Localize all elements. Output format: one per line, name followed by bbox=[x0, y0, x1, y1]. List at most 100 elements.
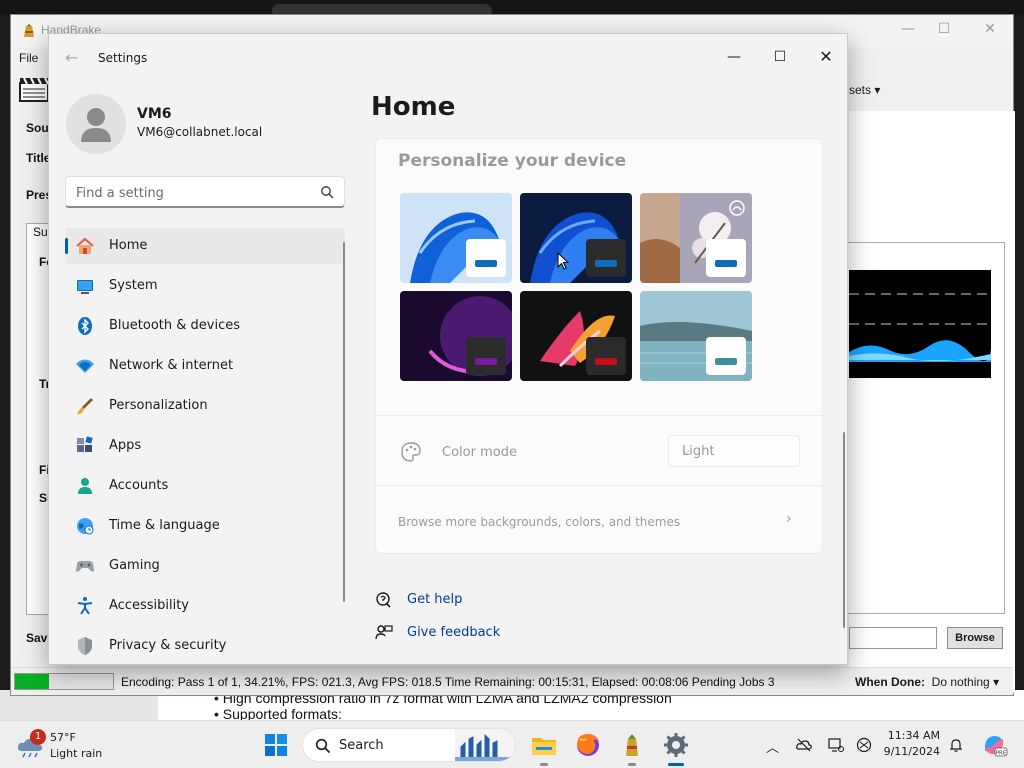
handbrake-maximize-button[interactable]: ☐ bbox=[929, 21, 959, 37]
spotlight-icon bbox=[729, 200, 745, 216]
weather-badge: 1 bbox=[30, 729, 46, 745]
hb-save-path-input[interactable] bbox=[849, 627, 937, 649]
theme-thumbnail-light-bloom[interactable] bbox=[400, 193, 512, 283]
handbrake-running-indicator bbox=[628, 763, 636, 766]
settings-gear-icon[interactable] bbox=[662, 731, 690, 759]
settings-maximize-button[interactable]: ☐ bbox=[757, 42, 803, 72]
settings-running-indicator bbox=[668, 763, 684, 766]
user-silhouette-icon bbox=[81, 108, 111, 142]
copilot-icon[interactable]: PRE bbox=[980, 731, 1008, 759]
sidebar-item-time-language[interactable]: Time & language bbox=[65, 508, 345, 544]
sidebar-item-label: System bbox=[109, 278, 158, 293]
sidebar-item-home[interactable]: Home bbox=[65, 228, 345, 264]
main-scrollbar[interactable] bbox=[843, 432, 845, 628]
handbrake-logo-icon bbox=[24, 24, 34, 37]
weather-temp: 57°F bbox=[50, 731, 76, 744]
hb-encode-progress-fill bbox=[15, 674, 49, 689]
hb-source-label: Sou bbox=[26, 121, 49, 135]
sidebar-item-label: Privacy & security bbox=[109, 638, 227, 653]
sidebar-item-network[interactable]: Network & internet bbox=[65, 348, 345, 384]
hb-status-text: Encoding: Pass 1 of 1, 34.21%, FPS: 021.… bbox=[121, 675, 775, 689]
sidebar-item-label: Accessibility bbox=[109, 598, 189, 613]
handbrake-close-button[interactable]: ✕ bbox=[975, 21, 1005, 37]
clapperboard-icon[interactable] bbox=[19, 77, 49, 103]
sidebar-item-accounts[interactable]: Accounts bbox=[65, 468, 345, 504]
theme-preview-window bbox=[466, 337, 506, 375]
theme-thumbnail-captured-motion[interactable] bbox=[520, 291, 632, 381]
mouse-cursor-icon bbox=[557, 252, 569, 270]
theme-thumbnail-glow[interactable] bbox=[400, 291, 512, 381]
globe-clock-icon bbox=[77, 518, 94, 535]
theme-preview-window bbox=[706, 337, 746, 375]
notification-bell-icon[interactable] bbox=[948, 737, 964, 753]
file-explorer-icon[interactable] bbox=[530, 731, 558, 759]
svg-text:PRE: PRE bbox=[996, 751, 1007, 757]
apps-icon bbox=[77, 436, 93, 452]
get-help-link[interactable]: Get help bbox=[407, 592, 462, 607]
hb-status-bar: Encoding: Pass 1 of 1, 34.21%, FPS: 021.… bbox=[11, 667, 1013, 695]
settings-search-box[interactable] bbox=[65, 176, 345, 208]
personalize-heading: Personalize your device bbox=[398, 151, 627, 171]
handbrake-taskbar-icon[interactable] bbox=[618, 731, 646, 759]
search-highlight-art-icon bbox=[455, 729, 515, 761]
chevron-down-icon: ▾ bbox=[874, 83, 881, 97]
card-divider bbox=[376, 485, 822, 486]
chevron-right-icon: › bbox=[786, 511, 792, 527]
sidebar-item-label: Gaming bbox=[109, 558, 160, 573]
system-icon bbox=[77, 280, 93, 294]
theme-preview-window bbox=[706, 239, 746, 277]
hb-when-done[interactable]: When Done: Do nothing ▾ bbox=[855, 675, 999, 689]
chevron-up-icon[interactable]: ︿ bbox=[766, 737, 782, 756]
help-chat-icon bbox=[376, 592, 391, 608]
windows-start-icon[interactable] bbox=[262, 731, 290, 759]
onedrive-offline-icon[interactable] bbox=[796, 737, 812, 753]
display-icon[interactable] bbox=[828, 737, 844, 753]
theme-thumbnail-flow[interactable] bbox=[640, 291, 752, 381]
sidebar-item-accessibility[interactable]: Accessibility bbox=[65, 588, 345, 624]
sidebar-item-privacy[interactable]: Privacy & security bbox=[65, 628, 345, 664]
taskbar-search[interactable]: Search bbox=[302, 728, 516, 762]
taskbar: 1 57°F Light rain Search ︿ 11:34 AM 9/11… bbox=[0, 720, 1024, 768]
back-arrow-icon[interactable]: ← bbox=[65, 48, 78, 67]
browse-themes-link[interactable]: Browse more backgrounds, colors, and the… bbox=[398, 515, 680, 529]
sidebar-item-gaming[interactable]: Gaming bbox=[65, 548, 345, 584]
hb-when-done-label: When Done: bbox=[855, 675, 925, 689]
page-title: Home bbox=[371, 92, 456, 122]
sidebar-item-label: Accounts bbox=[109, 478, 169, 493]
theme-thumbnail-spotlight[interactable] bbox=[640, 193, 752, 283]
handbrake-minimize-button[interactable]: — bbox=[893, 21, 923, 37]
home-icon bbox=[76, 237, 94, 254]
theme-thumbnail-dark-bloom[interactable] bbox=[520, 193, 632, 283]
give-feedback-link[interactable]: Give feedback bbox=[407, 625, 500, 640]
hb-browse-button[interactable]: Browse bbox=[947, 627, 1003, 649]
theme-preview-window bbox=[586, 337, 626, 375]
hb-when-done-value: Do nothing bbox=[931, 675, 990, 689]
hb-summary-tab[interactable]: Su bbox=[33, 225, 48, 239]
color-mode-dropdown[interactable]: Light ⌵ bbox=[668, 435, 800, 467]
settings-minimize-button[interactable]: — bbox=[711, 42, 757, 72]
settings-close-button[interactable]: ✕ bbox=[803, 42, 847, 72]
weather-condition: Light rain bbox=[50, 747, 103, 760]
user-email: VM6@collabnet.local bbox=[137, 125, 263, 139]
settings-nav: Home System Bluetooth & devices Network … bbox=[65, 228, 345, 664]
shield-icon bbox=[78, 637, 92, 655]
sidebar-item-label: Network & internet bbox=[109, 358, 234, 373]
gamepad-icon bbox=[76, 561, 94, 572]
settings-search-input[interactable] bbox=[76, 183, 306, 203]
nav-scrollbar[interactable] bbox=[343, 242, 345, 602]
sidebar-item-bluetooth[interactable]: Bluetooth & devices bbox=[65, 308, 345, 344]
user-name: VM6 bbox=[137, 106, 172, 122]
sidebar-item-apps[interactable]: Apps bbox=[65, 428, 345, 464]
hb-presets-menu[interactable]: sets ▾ bbox=[849, 83, 880, 97]
search-icon bbox=[321, 186, 334, 199]
accounts-icon bbox=[78, 478, 92, 494]
system-clock[interactable]: 11:34 AM 9/11/2024 bbox=[870, 728, 940, 760]
menu-file[interactable]: File bbox=[19, 51, 38, 65]
sidebar-item-personalization[interactable]: Personalization bbox=[65, 388, 345, 424]
clock-time: 11:34 AM bbox=[887, 729, 940, 742]
hb-title-label: Title bbox=[26, 151, 51, 165]
firefox-icon[interactable] bbox=[574, 731, 602, 759]
sidebar-item-system[interactable]: System bbox=[65, 268, 345, 304]
avatar[interactable] bbox=[66, 94, 126, 154]
color-mode-label: Color mode bbox=[442, 445, 517, 460]
